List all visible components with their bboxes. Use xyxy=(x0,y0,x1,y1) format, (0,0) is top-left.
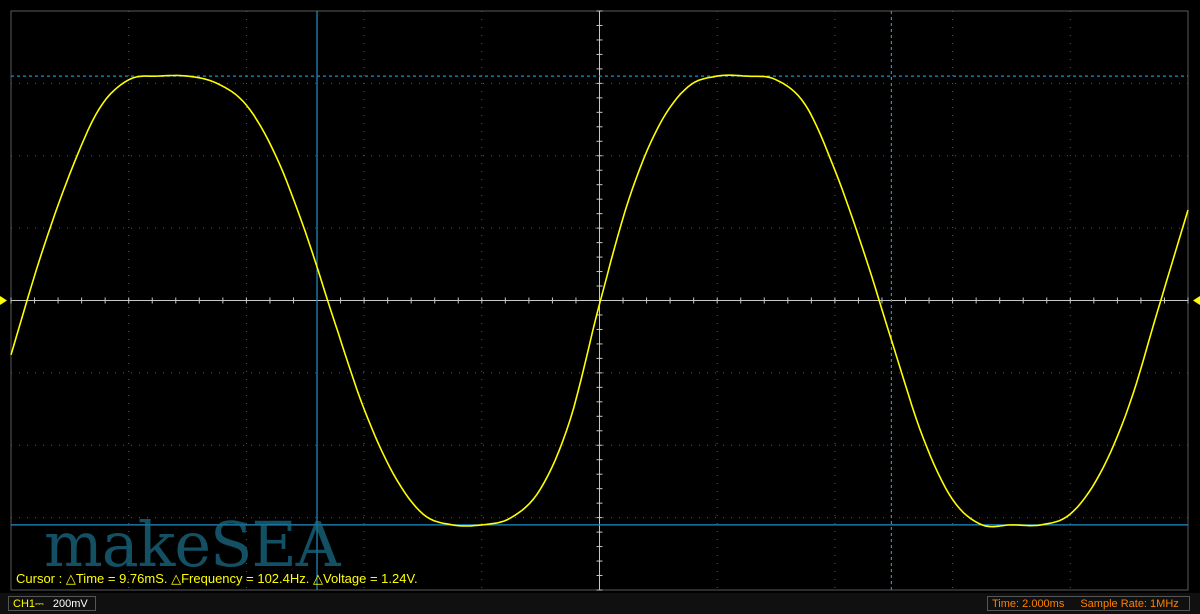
volts-per-div: 200mV xyxy=(52,598,88,610)
status-bar: CH1⎓ 200mV Time: 2.000ms Sample Rate: 1MH… xyxy=(0,593,1200,614)
delta-voltage-value: △Voltage = 1.24V. xyxy=(313,571,418,586)
cursor-readout-prefix: Cursor : xyxy=(16,571,66,586)
channel-settings[interactable]: CH1⎓ 200mV xyxy=(8,596,96,611)
delta-time-value: △Time = 9.76mS. xyxy=(65,571,168,586)
sample-rate: Sample Rate: 1MHz xyxy=(1080,598,1179,610)
channel-label: CH1⎓ xyxy=(13,598,44,610)
time-per-div: Time: 2.000ms xyxy=(992,598,1065,610)
timebase-settings[interactable]: Time: 2.000ms Sample Rate: 1MHz xyxy=(987,596,1190,611)
delta-frequency-value: △Frequency = 102.4Hz. xyxy=(171,571,310,586)
oscilloscope-screen xyxy=(0,0,1200,593)
cursor-readout: Cursor : △Time = 9.76mS. △Frequency = 10… xyxy=(16,571,418,587)
